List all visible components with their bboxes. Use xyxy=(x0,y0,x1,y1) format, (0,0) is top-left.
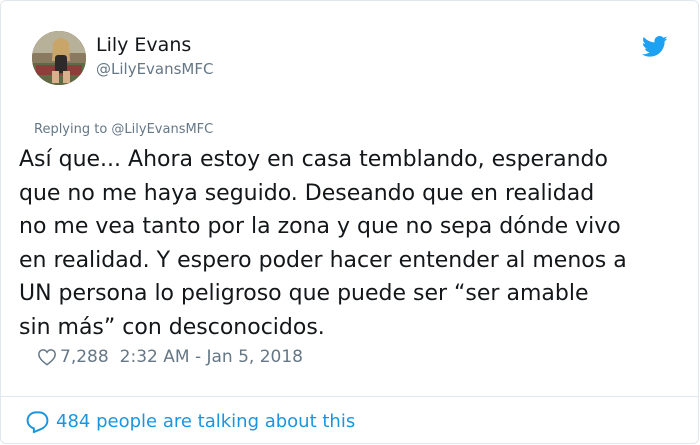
conversation-label[interactable]: 484 people are talking about this xyxy=(56,411,355,432)
replying-to[interactable]: Replying to @LilyEvansMFC xyxy=(34,122,213,137)
author-name[interactable]: Lily Evans xyxy=(96,34,191,56)
speech-bubble-icon xyxy=(26,410,49,433)
tweet-card: Lily Evans @LilyEvansMFC Replying to @Li… xyxy=(0,0,699,444)
tweet-line: Así que... Ahora estoy en casa temblando… xyxy=(19,147,608,172)
avatar[interactable] xyxy=(32,31,86,85)
like-button[interactable]: 7,288 xyxy=(37,347,109,367)
tweet-meta: 7,288 2:32 AM - Jan 5, 2018 xyxy=(37,345,303,369)
conversation-link[interactable]: 484 people are talking about this xyxy=(25,407,355,435)
tweet-line: que no me haya seguido. Deseando que en … xyxy=(19,180,595,206)
tweet-line: UN persona lo peligroso que puede ser “s… xyxy=(19,281,589,306)
twitter-bird-icon[interactable] xyxy=(641,36,668,57)
tweet-line: en realidad. Y espero poder hacer entend… xyxy=(19,247,627,273)
tweet-text: Así que... Ahora estoy en casa temblando… xyxy=(19,143,689,344)
tweet-line: no me vea tanto por la zona y que no sep… xyxy=(19,214,621,239)
tweet-line: sin más” con desconocidos. xyxy=(19,314,325,340)
timestamp[interactable]: 2:32 AM - Jan 5, 2018 xyxy=(120,347,303,367)
divider xyxy=(1,396,698,397)
heart-icon xyxy=(38,349,56,366)
author-handle[interactable]: @LilyEvansMFC xyxy=(96,60,213,78)
like-count: 7,288 xyxy=(60,347,109,367)
